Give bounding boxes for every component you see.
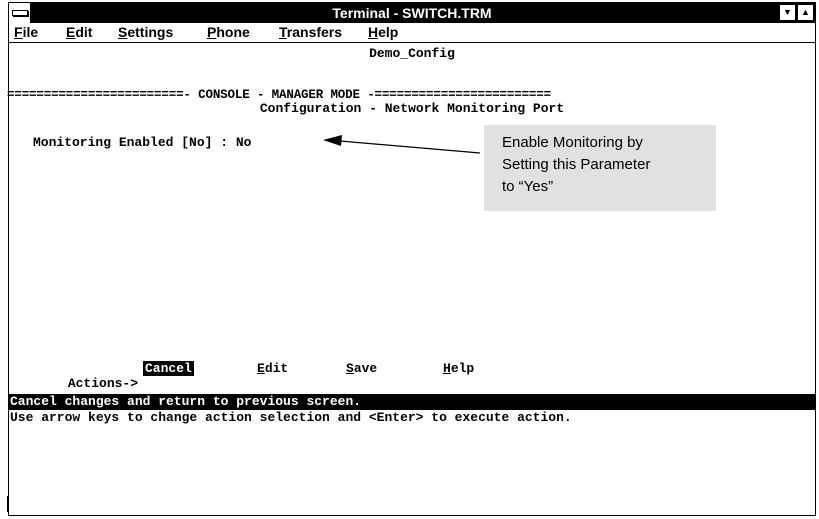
- edge-marker: [7, 496, 8, 512]
- callout-arrow: [323, 135, 481, 154]
- callout-arrow-head: [323, 135, 342, 146]
- callout-line-1: Enable Monitoring by: [502, 134, 643, 151]
- annotation-callout: Enable Monitoring by Setting this Parame…: [484, 125, 716, 211]
- callout-line-3: to “Yes”: [502, 178, 554, 195]
- callout-arrow-line: [339, 140, 481, 154]
- callout-line-2: Setting this Parameter: [502, 156, 651, 173]
